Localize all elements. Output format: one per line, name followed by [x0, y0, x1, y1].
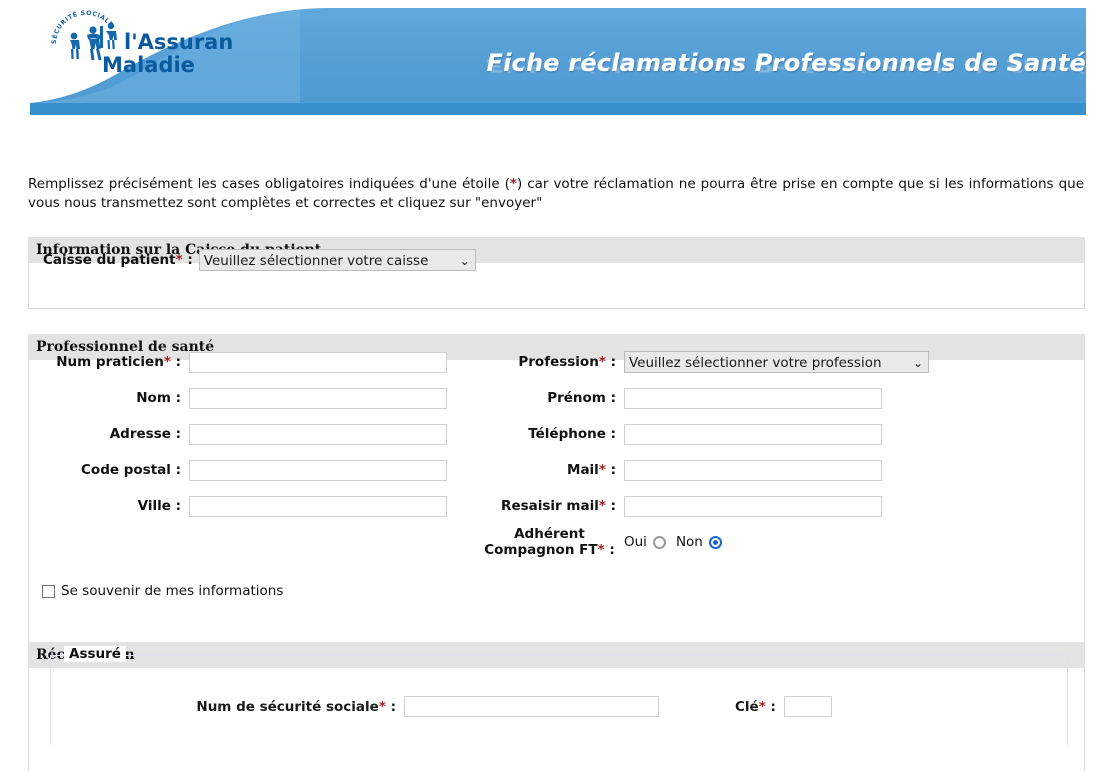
mail-label: Mail* : [567, 462, 616, 478]
field-row-mail: Mail* : [483, 452, 929, 488]
adherent-oui-radio[interactable] [652, 535, 666, 549]
section-reclamation: Réclamation Assuré Num de sécurité socia… [28, 642, 1085, 771]
cle-input[interactable] [783, 696, 832, 717]
instructions-text: Remplissez précisément les cases obligat… [28, 175, 1084, 213]
nom-input[interactable] [189, 387, 447, 409]
adherent-compagnon-row: Adhérent Compagnon FT* : Oui Non [483, 524, 732, 560]
logo-text-line2: Maladie [102, 53, 195, 77]
assure-fieldset: Assuré Num de sécurité sociale* : Clé* : [50, 646, 1068, 745]
adherent-oui-label: Oui [624, 534, 647, 550]
caisse-patient-row: Caisse du patient* : Veuillez sélectionn… [28, 237, 476, 283]
field-row-profession: Profession* : Veuillez sélectionner votr… [483, 344, 929, 380]
cle-label: Clé* : [735, 698, 776, 715]
ville-label: Ville : [137, 498, 181, 514]
logo-text-line1: l'Assurance [124, 30, 234, 54]
code-postal-label: Code postal : [81, 462, 181, 478]
num-praticien-input[interactable] [189, 351, 447, 373]
section-caisse-patient: Information sur la Caisse du patient Cai… [28, 237, 1085, 309]
caisse-patient-select[interactable]: Veuillez sélectionner votre caisse ⌄ [198, 249, 476, 271]
field-row-ville: Ville : [28, 488, 447, 524]
ville-input[interactable] [189, 495, 447, 517]
professionnel-left-column: Num praticien* : Nom : Adresse : Code po… [28, 344, 447, 524]
page-title: Fiche réclamations Professionnels de San… [486, 49, 1086, 77]
section-professionnel-body: Num praticien* : Nom : Adresse : Code po… [28, 351, 1085, 645]
instructions-part1: Remplissez précisément les cases obligat… [28, 176, 510, 192]
remember-info-row[interactable]: Se souvenir de mes informations [42, 583, 283, 599]
field-row-prenom: Prénom : [483, 380, 929, 416]
field-row-code-postal: Code postal : [28, 452, 447, 488]
adresse-input[interactable] [189, 423, 447, 445]
adherent-option-oui[interactable]: Oui [624, 534, 666, 550]
prenom-input[interactable] [624, 387, 882, 409]
profession-select[interactable]: Veuillez sélectionner votre profession ⌄ [624, 351, 929, 373]
num-securite-sociale-label: Num de sécurité sociale* : [196, 698, 396, 715]
section-reclamation-body: Assuré Num de sécurité sociale* : Clé* : [28, 646, 1085, 771]
page-header-banner: SÉCURITÉ SOCIALE l'Assurance Maladie Fic… [0, 0, 1116, 118]
assure-legend: Assuré [64, 646, 126, 662]
section-professionnel-sante: Professionnel de santé Num praticien* : … [28, 334, 1085, 645]
logo-icon: SÉCURITÉ SOCIALE l'Assurance Maladie [50, 9, 234, 77]
mail-input[interactable] [624, 459, 882, 481]
chevron-down-icon: ⌄ [912, 356, 923, 370]
telephone-input[interactable] [624, 423, 882, 445]
adherent-compagnon-label: Adhérent Compagnon FT* : [484, 526, 615, 558]
field-row-nom: Nom : [28, 380, 447, 416]
svg-text:SÉCURITÉ SOCIALE: SÉCURITÉ SOCIALE [50, 9, 115, 44]
num-praticien-label: Num praticien* : [56, 354, 181, 370]
adherent-non-label: Non [675, 534, 703, 550]
resaisir-mail-input[interactable] [624, 495, 882, 517]
resaisir-mail-label: Resaisir mail* : [501, 498, 616, 514]
remember-info-label: Se souvenir de mes informations [61, 583, 284, 599]
professionnel-right-column: Profession* : Veuillez sélectionner votr… [483, 344, 929, 524]
remember-info-checkbox[interactable] [42, 584, 55, 598]
field-row-telephone: Téléphone : [483, 416, 929, 452]
field-row-resaisir-mail: Resaisir mail* : [483, 488, 929, 524]
nom-label: Nom : [136, 390, 181, 406]
field-row-num-praticien: Num praticien* : [28, 344, 447, 380]
profession-select-value: Veuillez sélectionner votre profession [629, 355, 882, 371]
chevron-down-icon: ⌄ [459, 254, 470, 268]
num-securite-sociale-input[interactable] [404, 696, 659, 717]
required-asterisk: * [509, 176, 517, 192]
code-postal-input[interactable] [189, 459, 447, 481]
adresse-label: Adresse : [109, 426, 181, 442]
section-caisse-body: Caisse du patient* : Veuillez sélectionn… [28, 249, 1085, 309]
prenom-label: Prénom : [547, 390, 616, 406]
assure-fields-row: Num de sécurité sociale* : Clé* : [51, 696, 832, 717]
adherent-option-non[interactable]: Non [676, 534, 722, 550]
caisse-patient-label: Caisse du patient* : [43, 252, 193, 268]
field-row-adresse: Adresse : [28, 416, 447, 452]
assurance-maladie-logo: SÉCURITÉ SOCIALE l'Assurance Maladie [44, 8, 234, 80]
telephone-label: Téléphone : [528, 426, 616, 442]
adherent-non-radio[interactable] [708, 535, 722, 549]
profession-label: Profession* : [518, 354, 616, 370]
caisse-patient-select-value: Veuillez sélectionner votre caisse [203, 253, 429, 269]
